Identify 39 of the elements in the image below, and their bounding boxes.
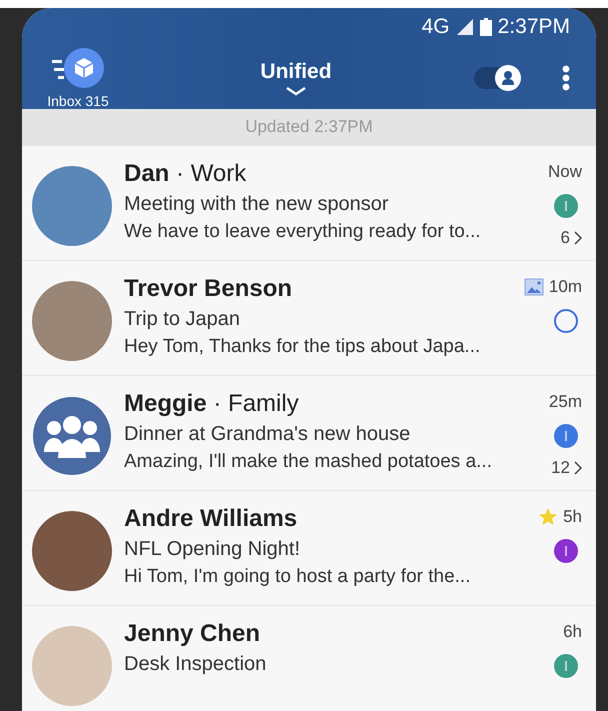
network-text: 4G (422, 15, 450, 39)
signal-icon (456, 18, 474, 36)
chevron-down-icon (285, 86, 307, 96)
message-row[interactable]: Jenny Chen Desk Inspection 6h (22, 606, 596, 711)
more-menu-icon[interactable] (562, 64, 570, 90)
message-row[interactable]: Dan · Work Meeting with the new sponsor We have to leave everything ready for to... Now 6 (22, 146, 596, 261)
time-text: Now (548, 162, 582, 182)
focus-toggle[interactable] (474, 66, 518, 88)
preview-text: We have to leave everything ready for to... (124, 221, 482, 243)
sender-name: Jenny Chen (124, 620, 262, 648)
message-row[interactable]: Andre Williams NFL Opening Night! Hi Tom, I'm going to host a party for the... 5h (22, 491, 596, 606)
subject-text: Trip to Japan (124, 308, 241, 331)
sender-name: Andre Williams (124, 505, 298, 533)
subject-text: Meeting with the new sponsor (124, 193, 390, 216)
sender-name: Trevor Benson (124, 275, 294, 303)
inbox-button[interactable]: Inbox 315 (38, 46, 118, 109)
clock-text: 2:37PM (498, 15, 570, 39)
group-avatar-icon (32, 396, 112, 476)
updated-text: Updated 2:37PM (22, 109, 596, 146)
preview-text: Hey Tom, Thanks for the tips about Japa... (124, 336, 482, 358)
thread-count-link[interactable]: 12 (551, 458, 582, 478)
account-selector[interactable]: Unified (118, 60, 474, 96)
preview-text: Amazing, I'll make the mashed potatoes a... (124, 451, 490, 473)
chevron-right-icon (574, 231, 582, 245)
battery-icon (480, 18, 492, 36)
time-text: 10m (548, 277, 582, 297)
message-row[interactable]: Trevor Benson Trip to Japan Hey Tom, Thanks for the tips about Japa... 10m (22, 261, 596, 376)
thread-count-link[interactable]: 6 (560, 228, 582, 248)
chevron-right-icon (574, 461, 582, 475)
subject-text: NFL Opening Night! (124, 538, 302, 561)
message-row[interactable]: Meggie · Family Dinner at Grandma's new house Amazing, I'll make the mashed potatoes a... 25m 12 (22, 376, 596, 491)
subject-text: Desk Inspection (124, 653, 268, 676)
time-text: 6h (563, 622, 582, 642)
sender-name: Meggie · Family (124, 390, 300, 418)
time-text: 25m (548, 392, 582, 412)
preview-text: Hi Tom, I'm going to host a party for the... (124, 566, 472, 588)
time-text: 5h (563, 507, 582, 527)
subject-text: Dinner at Grandma's new house (124, 423, 412, 446)
sender-name: Dan · Work (124, 160, 248, 188)
